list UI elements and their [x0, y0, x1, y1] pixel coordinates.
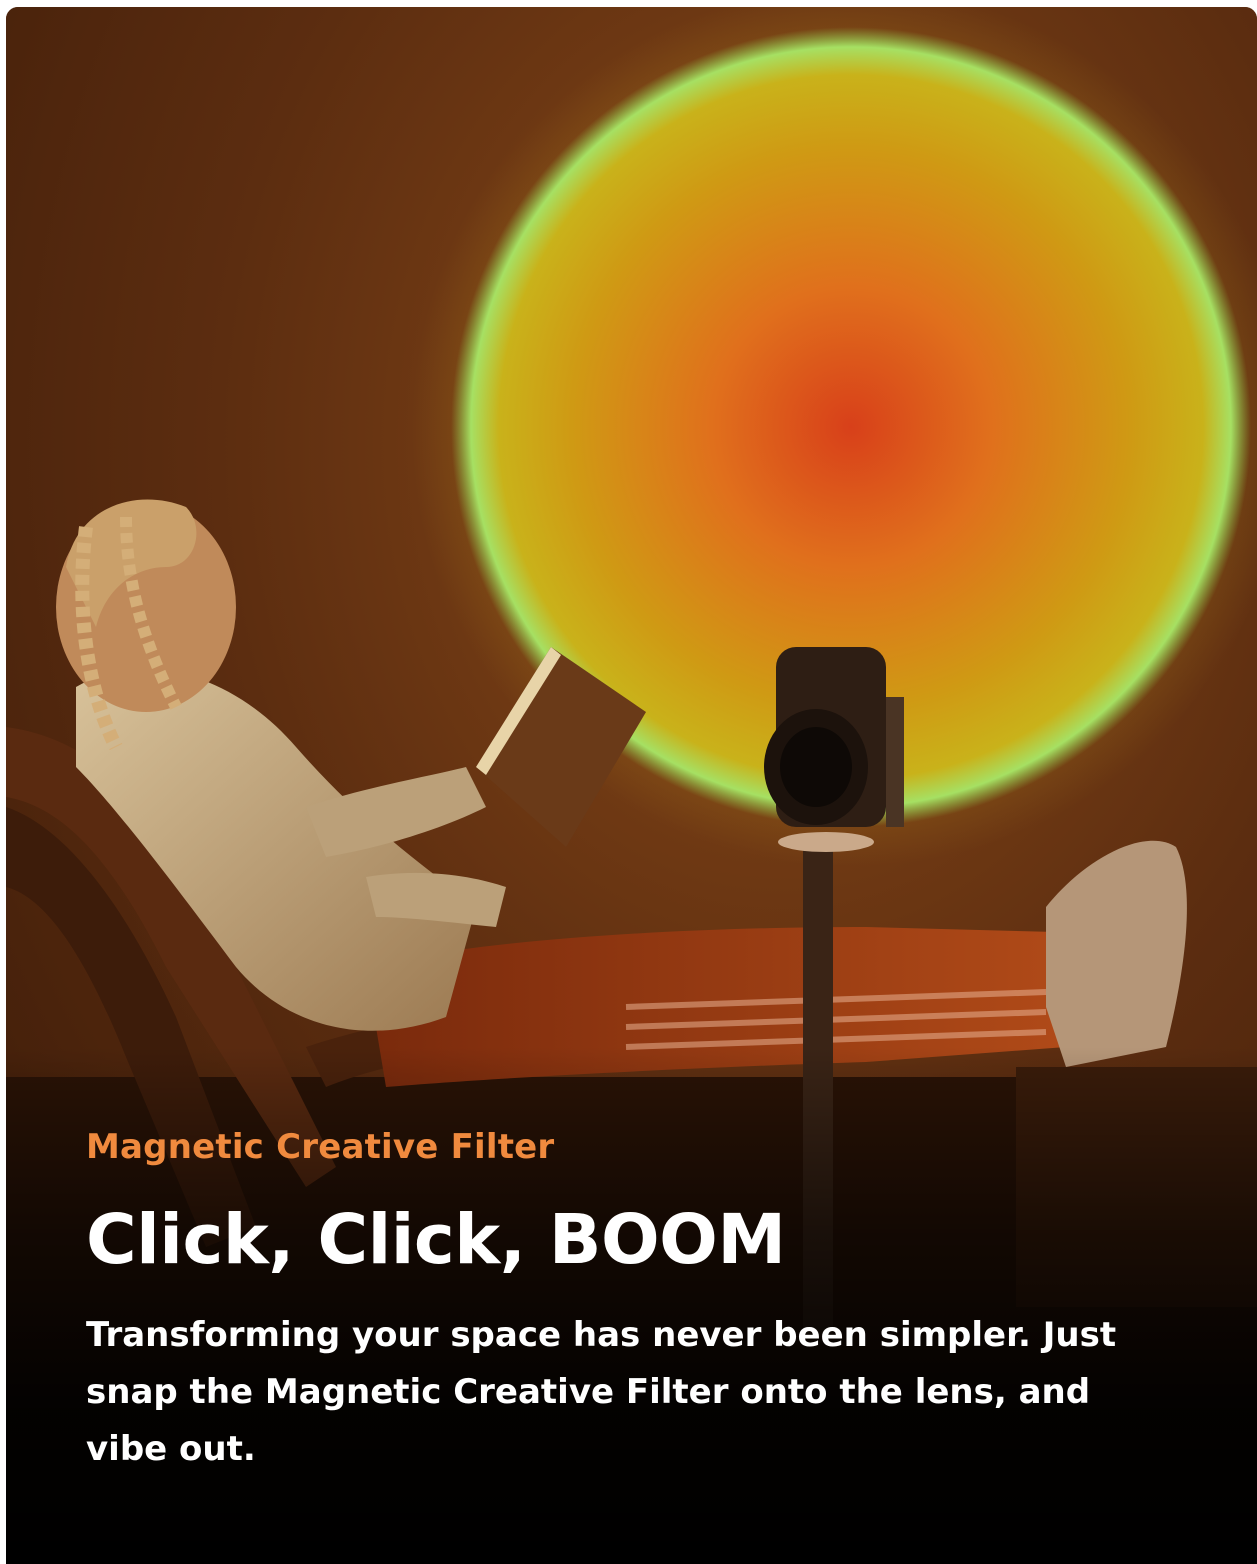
- feature-eyebrow: Magnetic Creative Filter: [86, 1127, 555, 1167]
- feature-card: Magnetic Creative Filter Click, Click, B…: [6, 7, 1257, 1564]
- feature-copy: Magnetic Creative Filter Click, Click, B…: [86, 1125, 1186, 1478]
- feature-headline: Click, Click, BOOM: [86, 1200, 786, 1280]
- feature-description: Transforming your space has never been s…: [86, 1315, 1117, 1469]
